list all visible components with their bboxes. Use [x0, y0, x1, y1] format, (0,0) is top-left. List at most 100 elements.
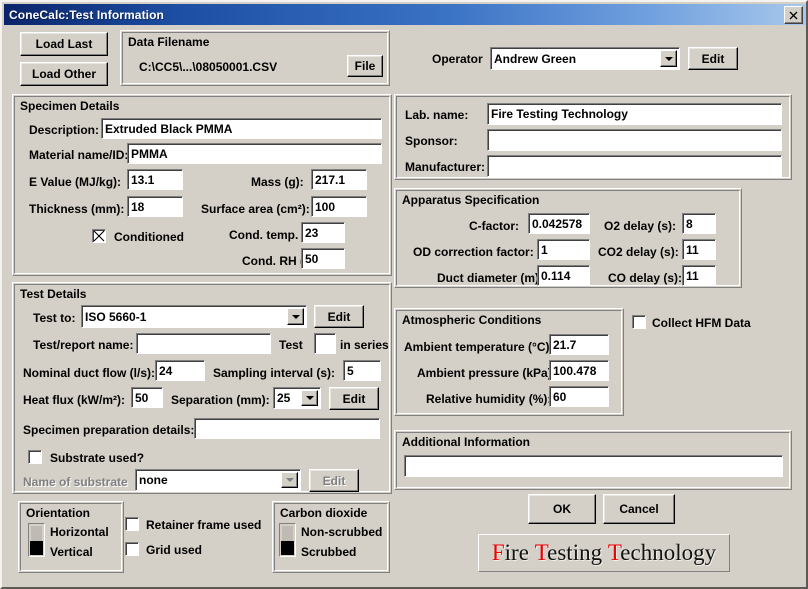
co2-delay-label: CO2 delay (s): [598, 245, 679, 259]
test-details-legend: Test Details [20, 287, 86, 301]
relative-humidity-input[interactable]: 60 [549, 386, 609, 407]
conditioned-checkbox[interactable] [92, 229, 106, 243]
separation-select[interactable]: 25 [273, 387, 321, 409]
e-value-input[interactable]: 13.1 [127, 169, 183, 190]
chevron-down-icon[interactable] [660, 50, 677, 67]
grid-used-checkbox[interactable] [125, 542, 139, 556]
prep-details-input[interactable] [194, 418, 380, 439]
close-icon[interactable] [784, 6, 803, 24]
substrate-used-checkbox[interactable] [28, 450, 42, 464]
specimen-details-legend: Specimen Details [20, 99, 119, 113]
test-to-select[interactable]: ISO 5660-1 [81, 305, 307, 328]
ambient-pressure-input[interactable]: 100.478 [549, 360, 609, 381]
logo-esting: esting [547, 540, 602, 565]
atmospheric-legend: Atmospheric Conditions [402, 313, 541, 327]
retainer-frame-checkbox[interactable] [125, 517, 139, 531]
ok-button[interactable]: OK [528, 494, 596, 524]
operator-edit-button[interactable]: Edit [688, 47, 738, 70]
load-last-button[interactable]: Load Last [20, 32, 108, 56]
carbon-dioxide-option-scrubbed[interactable] [281, 541, 294, 556]
atmospheric-conditions-group: Atmospheric Conditions Ambient temperatu… [394, 308, 624, 416]
substrate-used-label: Substrate used? [50, 451, 144, 465]
apparatus-spec-group: Apparatus Specification C-factor: 0.0425… [394, 188, 742, 288]
carbon-dioxide-label-scrubbed: Scrubbed [301, 545, 356, 559]
thickness-input[interactable]: 18 [127, 196, 183, 217]
file-browse-button[interactable]: File [347, 55, 383, 77]
prep-details-label: Specimen preparation details: [23, 423, 194, 437]
co2-delay-input[interactable]: 11 [682, 239, 716, 260]
substrate-edit-button: Edit [309, 469, 359, 492]
data-filename-path: C:\CC5\...\08050001.CSV [139, 60, 277, 74]
title-bar: ConeCalc:Test Information [4, 4, 806, 25]
cond-rh-input[interactable]: 50 [301, 248, 345, 269]
orientation-legend: Orientation [26, 506, 90, 520]
substrate-name-value: none [136, 473, 281, 487]
carbon-dioxide-option-non-scrubbed[interactable] [281, 525, 294, 541]
o2-delay-input[interactable]: 8 [682, 213, 716, 234]
report-name-input[interactable] [136, 333, 271, 354]
co-delay-input[interactable]: 11 [682, 265, 716, 286]
logo-ire: ire [505, 540, 529, 565]
duct-flow-input[interactable]: 24 [155, 360, 205, 381]
mass-input[interactable]: 217.1 [311, 169, 367, 190]
cond-temp-input[interactable]: 23 [301, 222, 345, 243]
orientation-label-vertical: Vertical [50, 545, 93, 559]
test-number-input[interactable] [314, 333, 336, 354]
load-other-button[interactable]: Load Other [20, 62, 108, 86]
duct-diameter-label: Duct diameter (m): [437, 271, 543, 285]
additional-information-input[interactable] [404, 455, 783, 477]
description-label: Description: [29, 123, 99, 137]
manufacturer-input[interactable] [487, 155, 782, 177]
data-filename-group: Data Filename C:\CC5\...\08050001.CSV Fi… [120, 30, 390, 86]
data-filename-legend: Data Filename [128, 35, 209, 49]
test-number-suffix-label: in series [340, 338, 389, 352]
cancel-button[interactable]: Cancel [603, 494, 675, 524]
od-correction-input[interactable]: 1 [537, 239, 590, 260]
carbon-dioxide-selector[interactable] [279, 523, 296, 557]
thickness-label: Thickness (mm): [29, 202, 124, 216]
dialog-window: ConeCalc:Test Information Load Last Load… [0, 0, 808, 589]
test-details-group: Test Details Test to: ISO 5660-1 Edit Te… [12, 282, 392, 494]
operator-value: Andrew Green [491, 52, 660, 66]
sponsor-input[interactable] [487, 129, 782, 151]
ambient-temperature-input[interactable]: 21.7 [549, 334, 609, 355]
orientation-option-horizontal[interactable] [30, 525, 43, 541]
sampling-interval-input[interactable]: 5 [343, 360, 381, 381]
description-input[interactable]: Extruded Black PMMA [101, 118, 382, 139]
relative-humidity-label: Relative humidity (%): [426, 392, 551, 406]
duct-flow-label: Nominal duct flow (l/s): [23, 366, 155, 380]
lab-group: Lab. name: Fire Testing Technology Spons… [394, 94, 792, 180]
logo-t1: T [535, 540, 547, 565]
test-number-prefix-label: Test [279, 338, 303, 352]
sponsor-label: Sponsor: [405, 134, 458, 148]
substrate-name-label: Name of substrate [23, 475, 128, 489]
c-factor-input[interactable]: 0.042578 [528, 213, 590, 234]
od-correction-label: OD correction factor: [413, 245, 534, 259]
close-glyph [789, 11, 798, 20]
operator-label: Operator [432, 52, 483, 66]
chevron-down-icon[interactable] [287, 308, 304, 325]
test-to-edit-button[interactable]: Edit [314, 305, 364, 328]
surface-area-label: Surface area (cm²): [201, 202, 310, 216]
window-title: ConeCalc:Test Information [4, 8, 164, 22]
additional-information-legend: Additional Information [402, 435, 530, 449]
manufacturer-label: Manufacturer: [405, 160, 485, 174]
ambient-temperature-label: Ambient temperature (°C): [404, 340, 553, 354]
surface-area-input[interactable]: 100 [311, 196, 367, 217]
material-name-input[interactable]: PMMA [127, 143, 382, 164]
chevron-down-icon[interactable] [301, 390, 318, 406]
collect-hfm-data-checkbox[interactable] [632, 315, 646, 329]
additional-information-group: Additional Information [394, 430, 792, 490]
mass-label: Mass (g): [251, 175, 304, 189]
separation-value: 25 [274, 391, 301, 405]
lab-name-input[interactable]: Fire Testing Technology [487, 103, 782, 125]
heat-flux-input[interactable]: 50 [131, 387, 163, 408]
substrate-name-select: none [135, 469, 301, 491]
orientation-selector[interactable] [28, 523, 45, 557]
operator-select[interactable]: Andrew Green [490, 47, 680, 70]
separation-edit-button[interactable]: Edit [329, 387, 379, 410]
company-logo-text: Fire Testing Technology [492, 540, 716, 566]
co-delay-label: CO delay (s): [608, 271, 682, 285]
orientation-option-vertical[interactable] [30, 541, 43, 556]
duct-diameter-input[interactable]: 0.114 [537, 265, 590, 286]
